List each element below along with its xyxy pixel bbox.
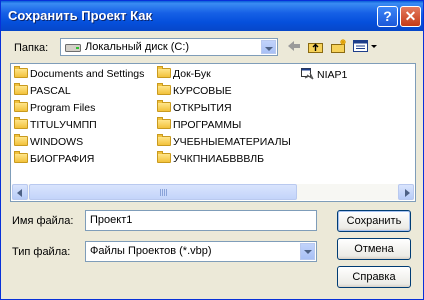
save-button[interactable]: Сохранить	[337, 210, 411, 232]
list-item[interactable]: УЧЕБНЫЕМАТЕРИАЛЫ	[157, 134, 291, 150]
folder-icon	[14, 66, 28, 78]
list-item[interactable]: TITULУЧМПП	[14, 117, 97, 133]
vb-project-icon	[301, 68, 314, 80]
folder-icon	[14, 134, 28, 146]
list-item-label: Documents and Settings	[30, 68, 145, 80]
list-item[interactable]: Documents and Settings	[14, 66, 145, 82]
horizontal-scrollbar[interactable]	[12, 184, 414, 200]
save-dialog: Сохранить Проект Как ? ✕ Папка: Локальны…	[0, 0, 424, 300]
folder-icon	[157, 100, 171, 112]
list-item[interactable]: NIAP1	[301, 68, 347, 82]
list-item[interactable]: БИОГРАФИЯ	[14, 151, 95, 167]
view-menu-icon[interactable]	[352, 38, 378, 54]
drive-icon	[65, 44, 81, 52]
filetype-value: Файлы Проектов (*.vbp)	[90, 245, 212, 257]
list-item-label: Док-Бук	[173, 68, 211, 80]
folder-icon	[157, 134, 171, 146]
list-item-label: ПРОГРАММЫ	[173, 119, 242, 131]
title-bar[interactable]: Сохранить Проект Как ? ✕	[1, 1, 423, 31]
chevron-down-icon[interactable]	[261, 40, 276, 54]
scroll-right-button[interactable]	[398, 184, 414, 200]
folder-icon	[157, 117, 171, 129]
list-item[interactable]: WINDOWS	[14, 134, 84, 150]
help-button[interactable]: Справка	[337, 266, 411, 288]
filetype-select[interactable]: Файлы Проектов (*.vbp)	[85, 241, 317, 262]
list-item[interactable]: Program Files	[14, 100, 96, 116]
list-item-label: WINDOWS	[30, 136, 84, 148]
back-icon[interactable]	[285, 38, 303, 54]
list-item[interactable]: PASCAL	[14, 83, 71, 99]
folder-icon	[14, 117, 28, 129]
folder-select[interactable]: Локальный диск (C:)	[60, 38, 278, 56]
dialog-title: Сохранить Проект Как	[8, 8, 152, 23]
list-item[interactable]: ОТКРЫТИЯ	[157, 100, 232, 116]
up-folder-icon[interactable]	[307, 38, 325, 54]
help-title-button[interactable]: ?	[377, 6, 398, 27]
folder-value: Локальный диск (C:)	[85, 41, 190, 53]
grip-icon	[160, 189, 168, 196]
list-item-label: БИОГРАФИЯ	[30, 153, 95, 165]
list-item[interactable]: КУРСОВЫЕ	[157, 83, 232, 99]
folder-icon	[14, 100, 28, 112]
folder-icon	[157, 66, 171, 78]
folder-icon	[157, 151, 171, 163]
list-item-label: Program Files	[30, 102, 96, 114]
list-item-label: УЧКПНИАБВВВЛБ	[173, 153, 265, 165]
close-button[interactable]: ✕	[400, 6, 421, 27]
folder-label: Папка:	[14, 42, 49, 54]
list-item[interactable]: ПРОГРАММЫ	[157, 117, 242, 133]
list-item-label: NIAP1	[317, 69, 348, 81]
filetype-label: Тип файла:	[12, 246, 71, 258]
file-list[interactable]: Documents and Settings PASCAL Program File…	[10, 63, 416, 202]
list-item-label: PASCAL	[30, 85, 71, 97]
cancel-button[interactable]: Отмена	[337, 238, 411, 260]
folder-icon	[14, 83, 28, 95]
scroll-left-button[interactable]	[12, 184, 28, 200]
list-item-label: TITULУЧМПП	[30, 119, 97, 131]
list-item-label: УЧЕБНЫЕМАТЕРИАЛЫ	[173, 136, 291, 148]
new-folder-icon[interactable]	[330, 38, 348, 54]
list-item-label: КУРСОВЫЕ	[173, 85, 232, 97]
filename-field[interactable]: Проект1	[85, 210, 317, 231]
list-item[interactable]: Док-Бук	[157, 66, 211, 82]
list-item[interactable]: УЧКПНИАБВВВЛБ	[157, 151, 265, 167]
folder-icon	[157, 83, 171, 95]
list-item-label: ОТКРЫТИЯ	[173, 102, 232, 114]
scroll-thumb[interactable]	[29, 184, 297, 200]
filename-label: Имя файла:	[12, 215, 74, 227]
folder-icon	[14, 151, 28, 163]
chevron-down-icon[interactable]	[300, 243, 315, 260]
